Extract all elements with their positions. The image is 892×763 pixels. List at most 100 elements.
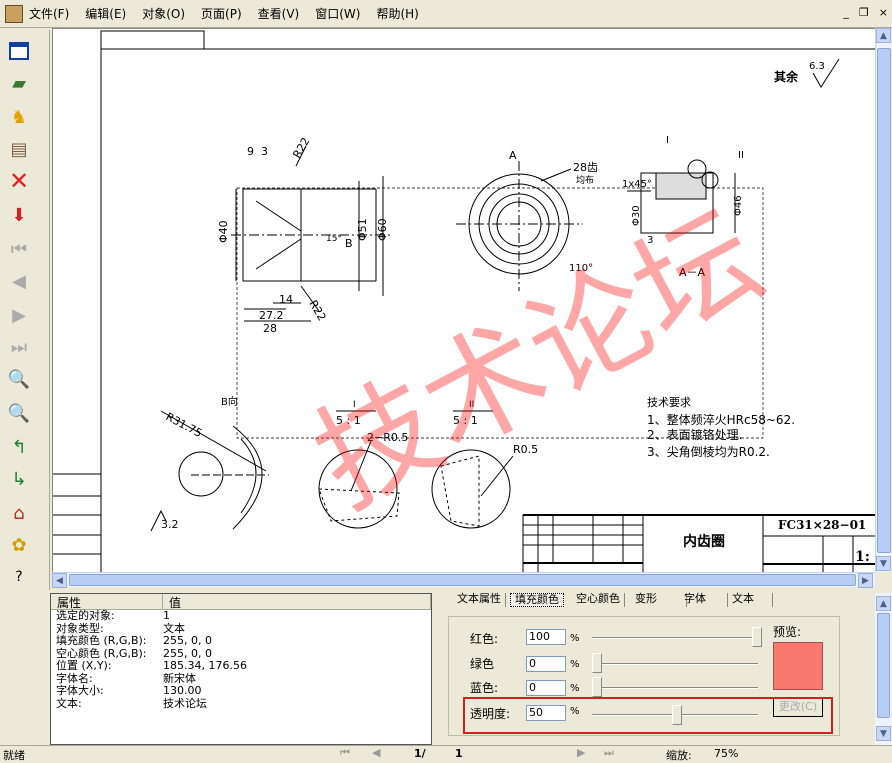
tab-outline-color[interactable]: 空心颜色 [572, 593, 625, 607]
status-prev-page-icon[interactable]: ◀ [372, 746, 380, 759]
delete-icon[interactable]: ✕ [6, 167, 32, 195]
panel-scrollbar[interactable]: ▲ ▼ [875, 593, 892, 745]
menu-view[interactable]: 查看(V) [258, 5, 300, 22]
property-name: 选定的对象: [56, 609, 115, 622]
app-icon[interactable] [5, 4, 23, 23]
dim-27-2: 27.2 [259, 309, 284, 322]
dim-phi46: Φ46 [733, 195, 744, 216]
blue-label: 蓝色: [470, 681, 499, 695]
property-row[interactable]: 字体名: 新宋体 [51, 672, 431, 686]
panel-scroll-up-icon[interactable]: ▲ [876, 596, 891, 611]
dim-r31-75: R31.75 [164, 410, 205, 440]
menu-file[interactable]: 文件(F) [29, 5, 69, 22]
red-slider-track[interactable] [592, 637, 758, 639]
drawing-number: FC31×28−01 [778, 518, 866, 532]
blue-slider-track[interactable] [592, 687, 758, 689]
column-header-property[interactable]: 属性 [51, 594, 163, 610]
settings-icon[interactable]: ✿ [6, 532, 32, 558]
restore-button[interactable]: ❐ [859, 6, 869, 19]
property-value: 130.00 [163, 684, 202, 697]
green-percent: % [570, 659, 580, 670]
status-next-page-icon[interactable]: ▶ [577, 746, 585, 759]
menu-object[interactable]: 对象(O) [142, 5, 185, 22]
menu-help[interactable]: 帮助(H) [376, 5, 418, 22]
tab-fill-color[interactable]: 填充颜色 [510, 593, 564, 607]
roughness-value: 6.3 [809, 61, 825, 72]
dim-phi60: Φ60 [376, 218, 389, 241]
property-row[interactable]: 位置 (X,Y): 185.34, 176.56 [51, 659, 431, 673]
tab-transform[interactable]: 变形 [631, 593, 687, 607]
horizontal-scroll-thumb[interactable] [69, 574, 856, 586]
blue-input[interactable]: 0 [526, 680, 566, 696]
green-slider-thumb[interactable] [592, 653, 602, 673]
panel-scroll-down-icon[interactable]: ▼ [876, 726, 891, 741]
red-label: 红色: [470, 632, 499, 646]
zoom-out-icon[interactable]: 🔍 [6, 400, 32, 426]
left-toolbar: ▰ ♞ ▤ ✕ ⬇ ⏮ ◀ ▶ ⏭ 🔍 🔍 ↰ ↳ ⌂ ✿ ? [0, 30, 50, 590]
svg-text:1、整体频淬火HRc58~62.: 1、整体频淬火HRc58~62. [647, 412, 795, 427]
green-slider-track[interactable] [592, 663, 758, 665]
technical-requirements: 技术要求 1、整体频淬火HRc58~62. 2、表面镀铬处理. 3、尖角倒棱均为… [647, 396, 795, 459]
property-row[interactable]: 填充颜色 (R,G,B): 255, 0, 0 [51, 634, 431, 648]
window-icon[interactable] [6, 38, 32, 64]
dim-9: 9 [247, 145, 254, 158]
minimize-button[interactable]: _ [843, 6, 849, 19]
prev-page-icon[interactable]: ◀ [6, 268, 32, 294]
b-direction: B向 [221, 395, 238, 408]
part-name: 内齿圈 [683, 533, 725, 550]
property-value: 1 [163, 609, 170, 622]
svg-text:3、尖角倒棱均为R0.2.: 3、尖角倒棱均为R0.2. [647, 444, 770, 459]
rotate-left-icon[interactable]: ↰ [6, 434, 32, 460]
property-row[interactable]: 选定的对象: 1 [51, 609, 431, 623]
vertical-scrollbar[interactable]: ▲ ▼ [875, 28, 892, 572]
svg-text:技术要求: 技术要求 [647, 396, 691, 409]
drawing-scale: 1: [855, 549, 870, 565]
vertical-scroll-thumb[interactable] [877, 48, 891, 553]
green-input[interactable]: 0 [526, 656, 566, 672]
tab-text[interactable]: 文本 [728, 593, 773, 607]
scroll-left-icon[interactable]: ◀ [52, 573, 67, 588]
blue-slider-thumb[interactable] [592, 677, 602, 697]
scroll-right-icon[interactable]: ▶ [858, 573, 873, 588]
column-header-value[interactable]: 值 [163, 594, 431, 610]
status-bar: 就绪 ⏮ ◀ 1/ 1 ▶ ⏭ 缩放: 75% [0, 745, 892, 762]
first-page-icon[interactable]: ⏮ [6, 236, 32, 262]
properties-panel: 属性 值 选定的对象: 1 对象类型: 文本 填充颜色 (R,G,B): 255, 0, … [50, 593, 432, 745]
next-page-icon[interactable]: ▶ [6, 302, 32, 328]
last-page-icon[interactable]: ⏭ [6, 334, 32, 360]
status-page-total: 1 [455, 747, 463, 760]
transparency-highlight-box [463, 697, 833, 734]
property-row[interactable]: 字体大小: 130.00 [51, 684, 431, 698]
open-icon[interactable]: ▰ [6, 70, 32, 96]
horizontal-scrollbar[interactable]: ◀ ▶ [52, 572, 875, 588]
status-ready: 就绪 [3, 749, 25, 762]
home-icon[interactable]: ⌂ [6, 500, 32, 526]
property-name: 文本: [56, 696, 82, 710]
close-button[interactable]: × [879, 6, 888, 19]
dim-15deg: 15° [326, 234, 342, 244]
property-row[interactable]: 文本: 技术论坛 [51, 696, 431, 711]
drawing-canvas[interactable]: 其余 6.3 9 3 R22 Φ40 Φ51 Φ60 15° B 14 27.2… [52, 28, 875, 572]
scroll-up-icon[interactable]: ▲ [876, 28, 891, 43]
red-input[interactable]: 100 [526, 629, 566, 645]
menu-window[interactable]: 窗口(W) [315, 5, 360, 22]
run-icon[interactable]: ♞ [6, 104, 32, 130]
down-arrow-icon[interactable]: ⬇ [6, 202, 32, 228]
rotate-right-icon[interactable]: ↳ [6, 466, 32, 492]
tab-font[interactable]: 字体 [680, 593, 728, 607]
zoom-in-icon[interactable]: 🔍 [6, 366, 32, 392]
status-last-page-icon[interactable]: ⏭ [604, 746, 614, 760]
menu-edit[interactable]: 编辑(E) [85, 5, 126, 22]
red-slider-thumb[interactable] [752, 627, 762, 647]
status-zoom-label: 缩放: [666, 749, 692, 762]
status-zoom-value: 75% [714, 747, 739, 760]
status-first-page-icon[interactable]: ⏮ [340, 746, 350, 760]
tab-text-properties[interactable]: 文本属性 [453, 593, 506, 607]
menu-page[interactable]: 页面(P) [201, 5, 242, 22]
panel-scroll-thumb[interactable] [877, 613, 890, 718]
help-icon[interactable]: ? [6, 564, 32, 590]
status-page: 1/ [414, 747, 426, 760]
label-a: A [509, 149, 517, 162]
layers-icon[interactable]: ▤ [6, 136, 32, 162]
scroll-down-icon[interactable]: ▼ [876, 556, 891, 571]
